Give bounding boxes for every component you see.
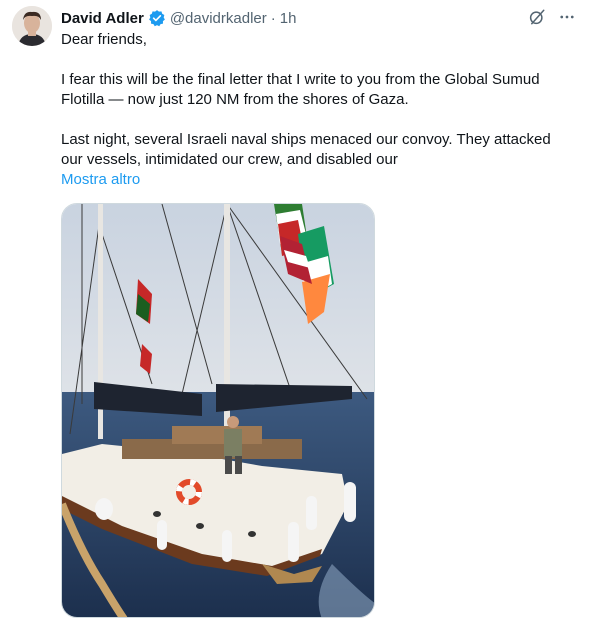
tweet-card[interactable]: David Adler @davidrkadler · 1h Dear frie…	[0, 0, 594, 621]
sailboat-photo	[62, 204, 374, 617]
tweet-text-paragraph-2: I fear this will be the final letter tha…	[61, 71, 540, 108]
show-more-link[interactable]: Mostra altro	[61, 170, 576, 190]
tweet-text-greeting: Dear friends,	[61, 31, 147, 48]
separator-dot: ·	[270, 9, 276, 27]
top-actions	[528, 8, 576, 26]
grok-icon[interactable]	[528, 8, 546, 26]
tweet-text: Dear friends, I fear this will be the fi…	[61, 30, 576, 190]
tweet-text-paragraph-3: Last night, several Israeli naval ships …	[61, 131, 551, 168]
author-name[interactable]: David Adler	[61, 10, 144, 27]
tweet-media-photo[interactable]	[61, 203, 375, 618]
tweet-header: David Adler @davidrkadler · 1h	[61, 8, 296, 28]
timestamp[interactable]: 1h	[280, 10, 297, 27]
avatar[interactable]	[12, 6, 52, 46]
author-handle[interactable]: @davidrkadler	[170, 10, 267, 27]
more-horizontal-icon[interactable]	[558, 8, 576, 26]
verified-badge-icon	[148, 9, 166, 27]
